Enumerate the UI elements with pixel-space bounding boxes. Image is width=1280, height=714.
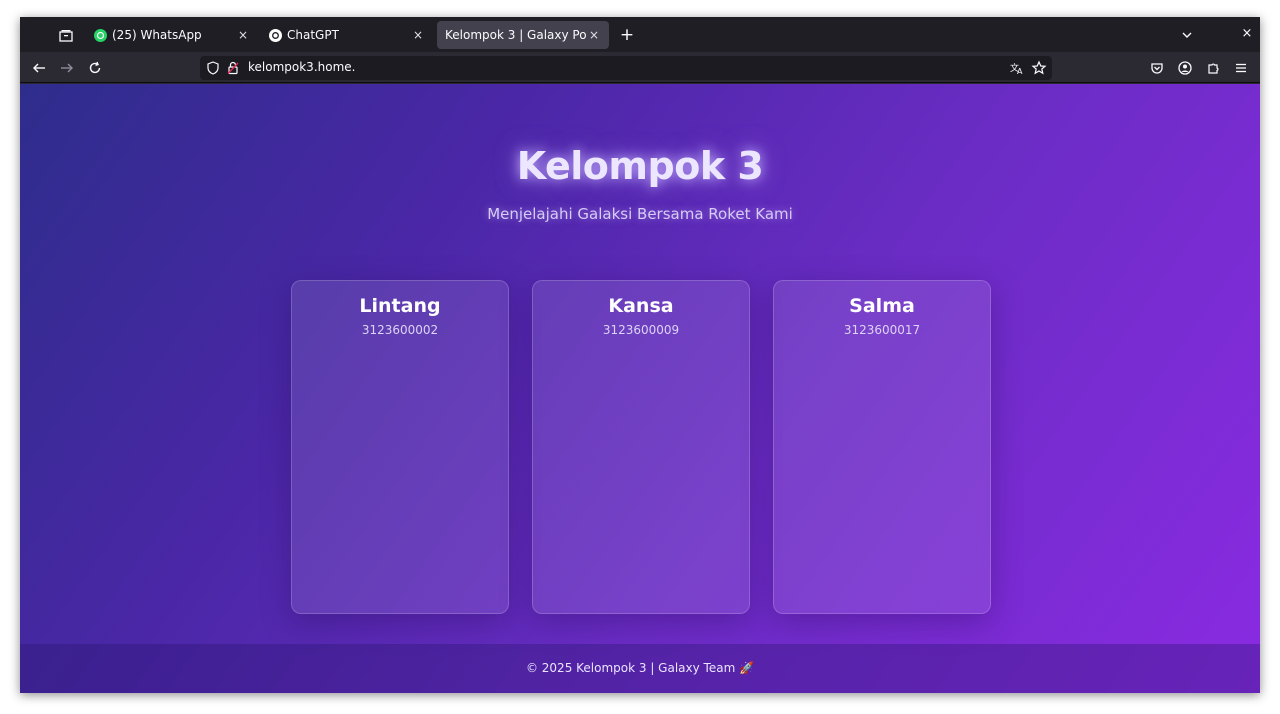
list-all-tabs-button[interactable]: [1178, 26, 1196, 44]
navigation-toolbar: kelompok3.home. 文 A: [20, 52, 1260, 83]
bookmark-star-icon[interactable]: [1031, 60, 1047, 76]
whatsapp-icon: [94, 28, 107, 42]
chatgpt-icon: [269, 28, 282, 42]
page-content: Kelompok 3 Menjelajahi Galaksi Bersama R…: [20, 84, 1260, 693]
member-name: Lintang: [359, 295, 441, 317]
puzzle-icon: [1208, 63, 1219, 74]
hamburger-menu-icon: [1236, 63, 1246, 73]
tab-overview-button[interactable]: [56, 25, 76, 45]
address-bar[interactable]: kelompok3.home. 文 A: [200, 56, 1052, 80]
tab-title: ChatGPT: [287, 28, 339, 42]
pocket-icon: [1151, 63, 1163, 74]
member-card: Salma 3123600017: [773, 280, 991, 614]
arrow-left-icon: [33, 63, 45, 73]
tab-strip: (25) WhatsApp × ChatGPT × Kelompok 3 | G…: [20, 17, 1260, 52]
reload-icon: [89, 61, 101, 74]
extensions-button[interactable]: [1202, 57, 1224, 79]
translate-icon[interactable]: 文 A: [1009, 60, 1025, 76]
member-id: 3123600002: [361, 323, 439, 337]
tab-chatgpt[interactable]: ChatGPT ×: [261, 21, 433, 49]
insecure-lock-icon[interactable]: [225, 60, 241, 76]
member-name: Salma: [849, 295, 915, 317]
member-id: 3123600009: [602, 323, 680, 337]
member-card: Kansa 3123600009: [532, 280, 750, 614]
account-button[interactable]: [1174, 57, 1196, 79]
tab-whatsapp[interactable]: (25) WhatsApp ×: [86, 21, 258, 49]
window-close-button[interactable]: ×: [1238, 25, 1256, 43]
account-icon: [1178, 61, 1192, 75]
chevron-down-icon: [1182, 32, 1192, 38]
member-card: Lintang 3123600002: [291, 280, 509, 614]
tab-close-button[interactable]: ×: [587, 28, 601, 42]
page-footer: © 2025 Kelompok 3 | Galaxy Team 🚀: [20, 644, 1260, 693]
tab-galaxy-portfolio[interactable]: Kelompok 3 | Galaxy Portfolio ×: [437, 21, 609, 49]
shield-icon[interactable]: [205, 60, 221, 76]
browser-window: (25) WhatsApp × ChatGPT × Kelompok 3 | G…: [20, 17, 1260, 693]
tab-title: Kelompok 3 | Galaxy Portfolio: [445, 28, 587, 42]
tab-title: (25) WhatsApp: [112, 28, 202, 42]
new-tab-button[interactable]: +: [617, 25, 637, 45]
back-button[interactable]: [28, 57, 50, 79]
member-id: 3123600017: [843, 323, 921, 337]
tab-overview-icon: [59, 29, 73, 42]
reload-button[interactable]: [84, 57, 106, 79]
page-title: Kelompok 3: [516, 144, 764, 188]
arrow-right-icon: [61, 63, 73, 73]
tab-close-button[interactable]: ×: [236, 28, 250, 42]
app-menu-button[interactable]: [1230, 57, 1252, 79]
member-name: Kansa: [608, 295, 674, 317]
page-subtitle: Menjelajahi Galaksi Bersama Roket Kami: [487, 205, 793, 223]
pocket-button[interactable]: [1146, 57, 1168, 79]
url-text[interactable]: kelompok3.home.: [248, 60, 355, 74]
tab-close-button[interactable]: ×: [411, 28, 425, 42]
svg-text:A: A: [1017, 67, 1023, 76]
forward-button[interactable]: [56, 57, 78, 79]
